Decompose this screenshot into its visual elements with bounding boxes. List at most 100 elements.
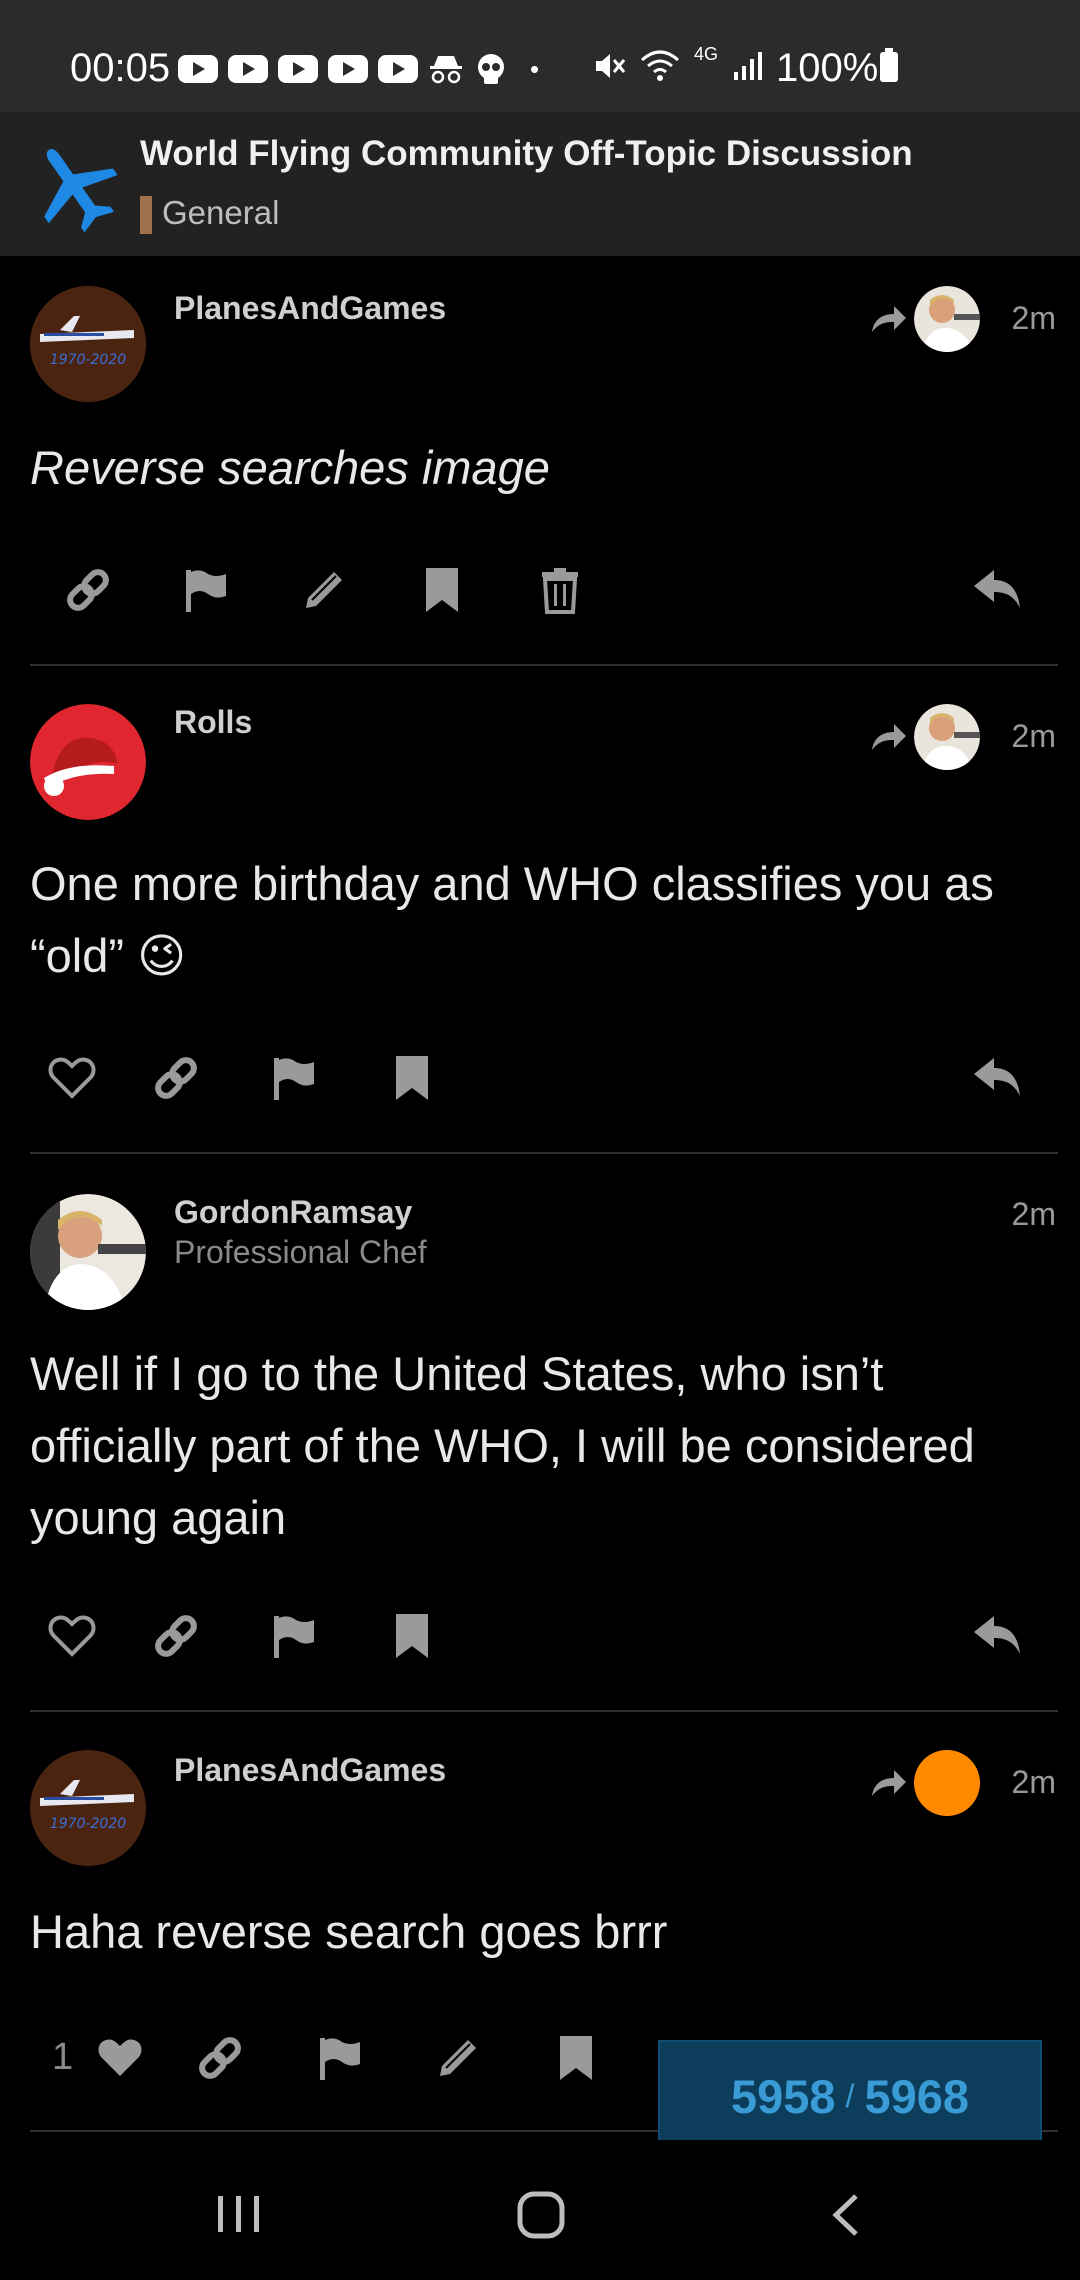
notification-icons: • xyxy=(178,52,539,86)
category-color-bar xyxy=(140,196,152,234)
flag-button[interactable] xyxy=(266,1608,322,1664)
avatar[interactable]: 1970-2020 xyxy=(30,1750,146,1866)
post-time[interactable]: 2m xyxy=(1012,1196,1056,1233)
username[interactable]: PlanesAndGames xyxy=(174,1752,446,1789)
youtube-icon xyxy=(178,55,218,83)
username[interactable]: Rolls xyxy=(174,704,252,741)
dot-icon: • xyxy=(530,54,540,84)
edit-icon xyxy=(306,572,342,608)
reply-icon xyxy=(974,1616,1020,1654)
reply-arrow-icon xyxy=(872,1770,906,1796)
flag-icon xyxy=(274,1058,314,1100)
category-label[interactable]: General xyxy=(162,194,279,232)
reply-button[interactable] xyxy=(970,1050,1026,1106)
delete-button[interactable] xyxy=(532,562,588,618)
reply-to-indicator[interactable] xyxy=(870,704,980,770)
flag-button[interactable] xyxy=(178,562,234,618)
bookmark-icon xyxy=(396,1056,428,1100)
topic-title[interactable]: World Flying Community Off-Topic Discuss… xyxy=(140,134,913,174)
link-button[interactable] xyxy=(148,1050,204,1106)
post-body: One more birthday and WHO classifies you… xyxy=(30,857,994,982)
like-count[interactable]: 1 xyxy=(52,2036,73,2079)
status-time: 00:05 xyxy=(70,46,171,90)
edit-button[interactable] xyxy=(430,2030,486,2086)
wifi-icon xyxy=(641,50,679,81)
battery-icon xyxy=(880,48,898,82)
post-body: Well if I go to the United States, who i… xyxy=(30,1347,975,1544)
back-icon[interactable] xyxy=(826,2192,866,2238)
reply-arrow-icon xyxy=(872,724,906,750)
link-button[interactable] xyxy=(148,1608,204,1664)
link-icon xyxy=(67,569,109,611)
bookmark-icon xyxy=(560,2036,592,2080)
reply-icon xyxy=(974,570,1020,608)
like-button[interactable] xyxy=(92,2030,148,2086)
reply-button[interactable] xyxy=(970,562,1026,618)
post-time[interactable]: 2m xyxy=(1012,1764,1056,1801)
like-icon xyxy=(48,1615,96,1657)
recents-icon[interactable] xyxy=(214,2192,264,2236)
username[interactable]: PlanesAndGames xyxy=(174,290,446,327)
signal-icon xyxy=(734,52,763,80)
flag-icon xyxy=(320,2038,360,2080)
like-icon xyxy=(98,2039,142,2076)
edit-icon xyxy=(440,2040,476,2076)
reply-to-indicator[interactable] xyxy=(870,1750,980,1816)
link-icon xyxy=(155,1057,197,1099)
topic-progress[interactable]: 5958 / 5968 xyxy=(658,2040,1042,2152)
avatar[interactable] xyxy=(30,704,146,820)
avatar[interactable] xyxy=(30,1194,146,1310)
bookmark-button[interactable] xyxy=(414,562,470,618)
reply-arrow-icon xyxy=(872,306,906,332)
bookmark-button[interactable] xyxy=(548,2030,604,2086)
bookmark-button[interactable] xyxy=(384,1608,440,1664)
flag-icon xyxy=(186,570,226,612)
svg-text:1970-2020: 1970-2020 xyxy=(50,352,126,368)
reply-button[interactable] xyxy=(970,1608,1026,1664)
reply-to-avatar xyxy=(914,286,980,352)
post: Rolls 2m One more birthday and WHO class… xyxy=(0,666,1080,1154)
post-body: Haha reverse search goes brrr xyxy=(30,1905,668,1958)
link-button[interactable] xyxy=(60,562,116,618)
reply-to-avatar xyxy=(914,1750,980,1816)
post-time[interactable]: 2m xyxy=(1012,718,1056,755)
flag-button[interactable] xyxy=(266,1050,322,1106)
link-button[interactable] xyxy=(192,2030,248,2086)
topic-header[interactable]: World Flying Community Off-Topic Discuss… xyxy=(0,112,1080,256)
like-button[interactable] xyxy=(44,1608,100,1664)
post-actions xyxy=(0,1050,1080,1110)
reply-icon xyxy=(974,1058,1020,1096)
youtube-icon xyxy=(278,55,318,83)
post: GordonRamsay Professional Chef 2m Well i… xyxy=(0,1154,1080,1712)
system-icons: 4G xyxy=(592,44,764,82)
flag-button[interactable] xyxy=(312,2030,368,2086)
status-bar: 00:05 • 4G 100% xyxy=(0,0,1080,112)
reply-to-indicator[interactable] xyxy=(870,286,980,352)
delete-icon xyxy=(542,568,578,614)
youtube-icon xyxy=(228,55,268,83)
youtube-icon xyxy=(378,55,418,83)
bookmark-icon xyxy=(426,568,458,612)
reply-to-avatar xyxy=(914,704,980,770)
like-icon xyxy=(48,1057,96,1099)
edit-button[interactable] xyxy=(296,562,352,618)
post-time[interactable]: 2m xyxy=(1012,300,1056,337)
navigation-bar xyxy=(0,2140,1080,2280)
post: 1970-2020 PlanesAndGames 2m Reverse sear… xyxy=(0,256,1080,666)
home-icon[interactable] xyxy=(516,2190,566,2240)
link-icon xyxy=(199,2037,241,2079)
avatar[interactable]: 1970-2020 xyxy=(30,286,146,402)
youtube-icon xyxy=(328,55,368,83)
battery-percent: 100% xyxy=(776,46,879,90)
airplane-icon xyxy=(44,149,118,233)
progress-total: 5968 xyxy=(864,2069,969,2123)
username[interactable]: GordonRamsay xyxy=(174,1194,412,1231)
network-type: 4G xyxy=(694,43,719,64)
mute-icon xyxy=(596,54,626,78)
link-icon xyxy=(155,1615,197,1657)
like-button[interactable] xyxy=(44,1050,100,1106)
post-actions xyxy=(0,1608,1080,1668)
flag-icon xyxy=(274,1616,314,1658)
incognito-icon xyxy=(430,56,462,84)
bookmark-button[interactable] xyxy=(384,1050,440,1106)
